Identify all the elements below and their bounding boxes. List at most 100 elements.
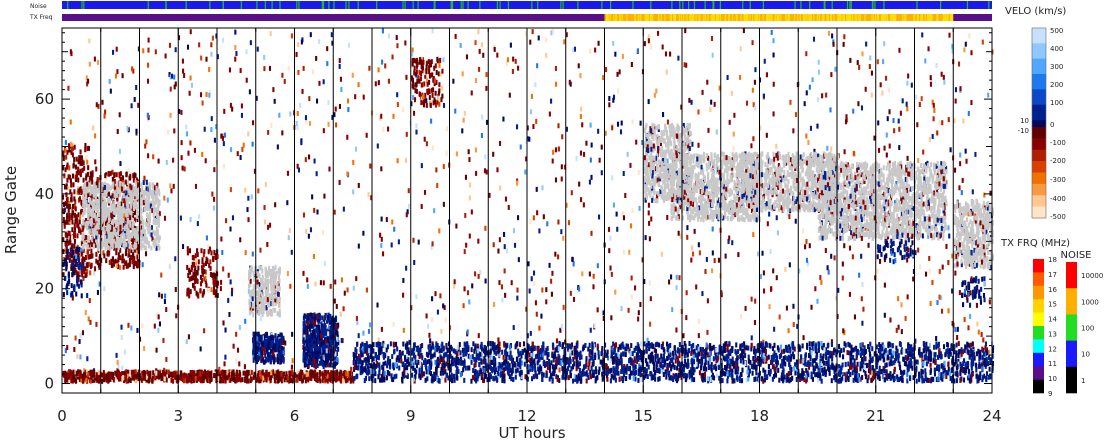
- echo-cell: [76, 222, 79, 228]
- strip-1-segment-2: [953, 14, 992, 21]
- echo-cell: [251, 303, 255, 309]
- strip-1-accent: [695, 14, 697, 21]
- echo-cell: [426, 88, 429, 94]
- echo-cell: [203, 126, 206, 132]
- echo-cell: [685, 290, 688, 296]
- echo-cell: [121, 258, 124, 264]
- strip-0-accent: [537, 1, 539, 9]
- echo-cell: [865, 41, 868, 47]
- echo-cell: [181, 244, 185, 250]
- echo-cell: [965, 158, 968, 164]
- echo-cell: [210, 51, 213, 57]
- strip-0-accent: [831, 1, 833, 9]
- echo-cell: [329, 313, 332, 319]
- echo-cell: [415, 88, 418, 94]
- echo-cell: [85, 155, 88, 160]
- echo-cell: [203, 269, 206, 275]
- echo-cell: [561, 134, 564, 140]
- echo-cell: [72, 163, 75, 169]
- strip-0-accent: [874, 1, 876, 9]
- echo-cell: [179, 215, 182, 221]
- echo-cell: [70, 197, 73, 203]
- echo-cell: [120, 186, 124, 192]
- echo-cell: [589, 157, 592, 163]
- echo-cell: [675, 285, 678, 291]
- echo-cell: [131, 66, 134, 72]
- echo-cell: [883, 41, 886, 47]
- echo-cell: [817, 97, 820, 103]
- echo-cell: [116, 186, 119, 192]
- echo-cell: [122, 242, 125, 248]
- echo-cell: [415, 81, 418, 87]
- echo-cell: [415, 63, 419, 69]
- echo-cell: [77, 188, 80, 194]
- range-time-plot: Noise TX Freq 0 3 6 9 12 15 18 21 24 0 20 40 60 UT …: [0, 0, 1108, 442]
- echo-cell: [666, 214, 669, 220]
- echo-cell: [126, 197, 129, 203]
- echo-cell: [533, 281, 536, 287]
- echo-cell: [180, 155, 183, 161]
- echo-cell: [572, 261, 575, 267]
- echo-cell: [928, 136, 931, 142]
- echo-cell: [318, 39, 321, 45]
- echo-cell: [453, 283, 456, 289]
- echo-cell: [278, 302, 281, 308]
- echo-cell: [273, 98, 276, 104]
- echo-cell: [475, 170, 478, 176]
- echo-cell: [438, 228, 441, 234]
- echo-cell: [624, 193, 627, 198]
- echo-cell: [982, 337, 985, 343]
- echo-cell: [211, 191, 214, 197]
- echo-cell: [335, 357, 338, 363]
- echo-cell: [278, 296, 281, 302]
- strip-1-accent: [686, 14, 688, 21]
- echo-cell: [314, 364, 318, 370]
- echo-cell: [87, 145, 91, 151]
- echo-cell: [876, 268, 879, 274]
- strip-1-accent: [607, 14, 609, 21]
- echo-cell: [146, 216, 149, 222]
- echo-cell: [111, 183, 114, 189]
- echo-cell: [84, 309, 87, 315]
- echo-cell: [550, 291, 553, 297]
- echo-cell: [122, 193, 125, 199]
- echo-cell: [368, 322, 372, 328]
- echo-cell: [262, 359, 266, 365]
- echo-cell: [290, 364, 293, 370]
- echo-cell: [322, 364, 325, 370]
- echo-cell: [334, 106, 337, 112]
- strip-1-accent: [689, 14, 692, 21]
- strip-1-accent: [637, 14, 639, 21]
- strip-1-accent: [752, 14, 754, 21]
- echo-cell: [66, 213, 69, 219]
- echo-cell: [357, 183, 360, 188]
- echo-cell: [120, 334, 123, 340]
- echo-cell: [63, 173, 66, 179]
- echo-cell: [304, 346, 307, 352]
- echo-cell: [958, 185, 961, 191]
- echo-cell: [228, 311, 231, 317]
- echo-cell: [697, 318, 701, 324]
- echo-cell: [588, 179, 591, 185]
- echo-cell: [433, 99, 437, 105]
- echo-cell: [390, 242, 393, 248]
- echo-cell: [133, 255, 136, 261]
- echo-cell: [596, 263, 599, 269]
- echo-cell: [118, 173, 121, 179]
- echo-cell: [851, 254, 854, 260]
- echo-cell: [484, 278, 487, 284]
- echo-cell: [536, 63, 539, 69]
- echo-cell: [71, 146, 74, 152]
- strip-0-accent: [417, 1, 419, 9]
- echo-cell: [81, 330, 85, 336]
- echo-cell: [154, 242, 157, 248]
- echo-cell: [291, 331, 294, 337]
- echo-cell: [557, 254, 560, 260]
- echo-cell: [530, 93, 533, 99]
- echo-cell: [428, 332, 431, 338]
- echo-cell: [970, 100, 973, 106]
- echo-cell: [382, 251, 385, 257]
- echo-cell: [391, 54, 394, 60]
- echo-cell: [837, 287, 840, 293]
- echo-cell: [103, 253, 106, 259]
